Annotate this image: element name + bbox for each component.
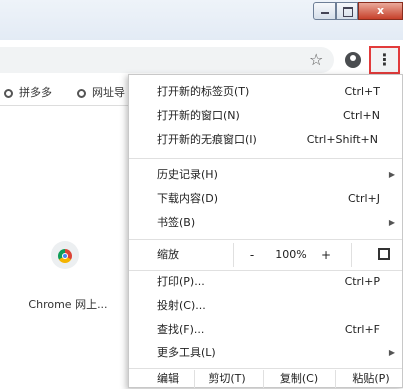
maximize-icon <box>343 7 353 17</box>
menu-item-label: 打开新的窗口(N) <box>157 109 240 122</box>
edit-label: 编辑 <box>157 372 179 385</box>
zoom-row: 缩放 - 100% + <box>129 241 403 269</box>
globe-icon <box>77 89 86 98</box>
maximize-button[interactable] <box>336 2 358 20</box>
menu-item-downloads[interactable]: 下载内容(D) Ctrl+J <box>129 188 403 210</box>
bookmark-item[interactable]: 拼多多 <box>4 84 52 100</box>
bookmark-star-icon[interactable]: ☆ <box>309 50 323 69</box>
menu-item-label: 打开新的无痕窗口(I) <box>157 133 257 146</box>
address-bar[interactable] <box>0 47 334 73</box>
profile-avatar-icon[interactable] <box>345 52 361 68</box>
menu-item-shortcut: Ctrl+F <box>344 323 380 336</box>
menu-item-cast[interactable]: 投射(C)... <box>129 295 403 317</box>
edit-row: 编辑 剪切(T) 复制(C) 粘贴(P) <box>129 369 403 389</box>
copy-button[interactable]: 复制(C) <box>269 369 329 389</box>
divider <box>335 370 336 388</box>
minimize-icon <box>321 12 329 14</box>
menu-item-label: 投射(C)... <box>157 299 206 312</box>
zoom-level: 100% <box>275 248 307 261</box>
menu-item-label: 更多工具(L) <box>157 346 216 359</box>
cut-button[interactable]: 剪切(T) <box>199 369 255 389</box>
chrome-menu-button[interactable]: ⋮ <box>369 46 400 74</box>
fullscreen-icon[interactable] <box>378 248 390 260</box>
paste-button[interactable]: 粘贴(P) <box>341 369 401 389</box>
menu-item-print[interactable]: 打印(P)... Ctrl+P <box>129 271 403 293</box>
close-icon: x <box>376 4 385 17</box>
chrome-web-store-icon <box>58 249 72 263</box>
menu-item-shortcut: Ctrl+Shift+N <box>306 133 378 146</box>
menu-item-shortcut: Ctrl+J <box>347 192 380 205</box>
menu-item-label: 书签(B) <box>157 216 196 229</box>
chrome-main-menu: 打开新的标签页(T) Ctrl+T 打开新的窗口(N) Ctrl+N 打开新的无… <box>128 74 403 388</box>
menu-item-label: 打开新的标签页(T) <box>157 85 250 98</box>
menu-item-label: 下载内容(D) <box>157 192 219 205</box>
menu-item-more-tools[interactable]: 更多工具(L) ▶ <box>129 342 403 364</box>
minimize-button[interactable] <box>313 2 336 20</box>
zoom-label: 缩放 <box>157 248 179 261</box>
divider <box>194 370 195 388</box>
divider <box>351 243 352 267</box>
menu-item-label: 打印(P)... <box>157 275 205 288</box>
menu-separator <box>129 158 402 159</box>
chrome-web-store-shortcut[interactable] <box>51 241 79 269</box>
menu-item-new-incognito-window[interactable]: 打开新的无痕窗口(I) Ctrl+Shift+N <box>129 129 403 151</box>
menu-item-shortcut: Ctrl+T <box>344 85 380 98</box>
menu-item-shortcut: Ctrl+P <box>344 275 380 288</box>
more-vert-icon: ⋮ <box>376 50 393 69</box>
submenu-arrow-icon: ▶ <box>388 170 395 179</box>
zoom-controls: - 100% + <box>233 241 403 269</box>
menu-item-label: 历史记录(H) <box>157 168 218 181</box>
bookmark-item[interactable]: 网址导 <box>77 84 125 100</box>
shortcut-label[interactable]: Chrome 网上... <box>20 296 116 312</box>
menu-separator <box>129 239 402 240</box>
menu-item-new-tab[interactable]: 打开新的标签页(T) Ctrl+T <box>129 81 403 103</box>
zoom-in-button[interactable]: + <box>317 241 335 269</box>
menu-item-bookmarks[interactable]: 书签(B) ▶ <box>129 212 403 234</box>
close-button[interactable]: x <box>358 2 403 20</box>
menu-item-new-window[interactable]: 打开新的窗口(N) Ctrl+N <box>129 105 403 127</box>
bookmark-label: 网址导 <box>92 86 125 99</box>
menu-item-history[interactable]: 历史记录(H) ▶ <box>129 164 403 186</box>
submenu-arrow-icon: ▶ <box>388 348 395 357</box>
submenu-arrow-icon: ▶ <box>388 218 395 227</box>
menu-item-find[interactable]: 查找(F)... Ctrl+F <box>129 319 403 341</box>
bookmark-label: 拼多多 <box>19 86 52 99</box>
globe-icon <box>4 89 13 98</box>
menu-item-shortcut: Ctrl+N <box>342 109 380 122</box>
divider <box>263 370 264 388</box>
menu-item-label: 查找(F)... <box>157 323 205 336</box>
zoom-out-button[interactable]: - <box>243 241 261 269</box>
